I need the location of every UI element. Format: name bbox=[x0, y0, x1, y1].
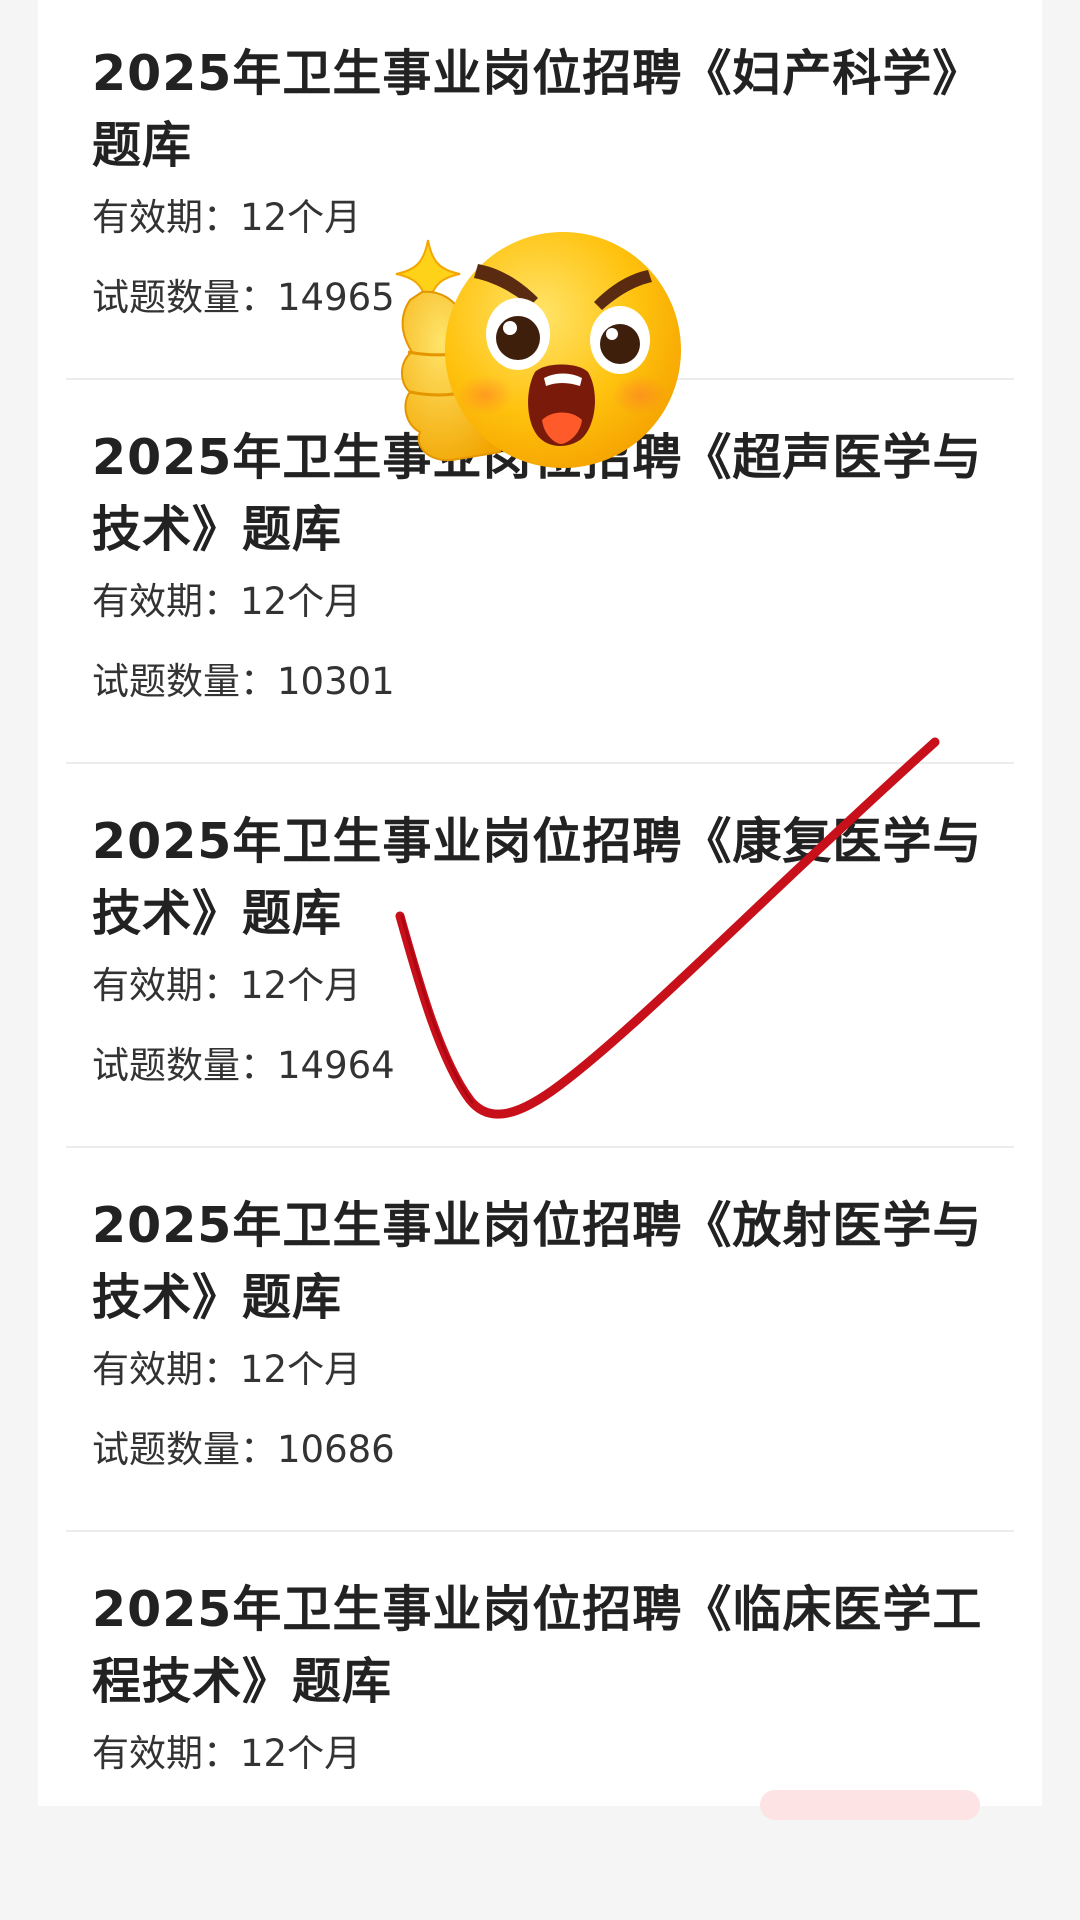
divider bbox=[66, 1146, 1014, 1148]
divider bbox=[66, 1530, 1014, 1532]
course-list: 2025年卫生事业岗位招聘《妇产科学》题库 有效期：12个月 试题数量：1496… bbox=[38, 0, 1042, 1806]
course-title[interactable]: 2025年卫生事业岗位招聘《临床医学工程技术》题库 bbox=[92, 1574, 1012, 1718]
question-count-label: 试题数量：10686 bbox=[92, 1428, 395, 1471]
validity-label: 有效期：12个月 bbox=[92, 1732, 362, 1775]
question-count-label: 试题数量：14965 bbox=[92, 276, 395, 319]
validity-label: 有效期：12个月 bbox=[92, 1348, 362, 1391]
course-title[interactable]: 2025年卫生事业岗位招聘《超声医学与技术》题库 bbox=[92, 422, 1012, 566]
list-item-clinical-engineering[interactable]: 2025年卫生事业岗位招聘《临床医学工程技术》题库 有效期：12个月 bbox=[38, 1536, 1042, 1920]
list-item-ultrasound[interactable]: 2025年卫生事业岗位招聘《超声医学与技术》题库 有效期：12个月 试题数量：1… bbox=[38, 384, 1042, 768]
validity-label: 有效期：12个月 bbox=[92, 580, 362, 623]
list-item-obstetrics[interactable]: 2025年卫生事业岗位招聘《妇产科学》题库 有效期：12个月 试题数量：1496… bbox=[38, 0, 1042, 384]
question-count-label: 试题数量：14964 bbox=[92, 1044, 395, 1087]
bottom-action-pill[interactable] bbox=[760, 1790, 980, 1820]
divider bbox=[66, 378, 1014, 380]
course-title[interactable]: 2025年卫生事业岗位招聘《放射医学与技术》题库 bbox=[92, 1190, 1012, 1334]
validity-label: 有效期：12个月 bbox=[92, 964, 362, 1007]
list-item-rehabilitation[interactable]: 2025年卫生事业岗位招聘《康复医学与技术》题库 有效期：12个月 试题数量：1… bbox=[38, 768, 1042, 1152]
divider bbox=[66, 762, 1014, 764]
course-title[interactable]: 2025年卫生事业岗位招聘《妇产科学》题库 bbox=[92, 38, 1012, 182]
validity-label: 有效期：12个月 bbox=[92, 196, 362, 239]
list-item-radiology[interactable]: 2025年卫生事业岗位招聘《放射医学与技术》题库 有效期：12个月 试题数量：1… bbox=[38, 1152, 1042, 1536]
course-title[interactable]: 2025年卫生事业岗位招聘《康复医学与技术》题库 bbox=[92, 806, 1012, 950]
question-count-label: 试题数量：10301 bbox=[92, 660, 395, 703]
